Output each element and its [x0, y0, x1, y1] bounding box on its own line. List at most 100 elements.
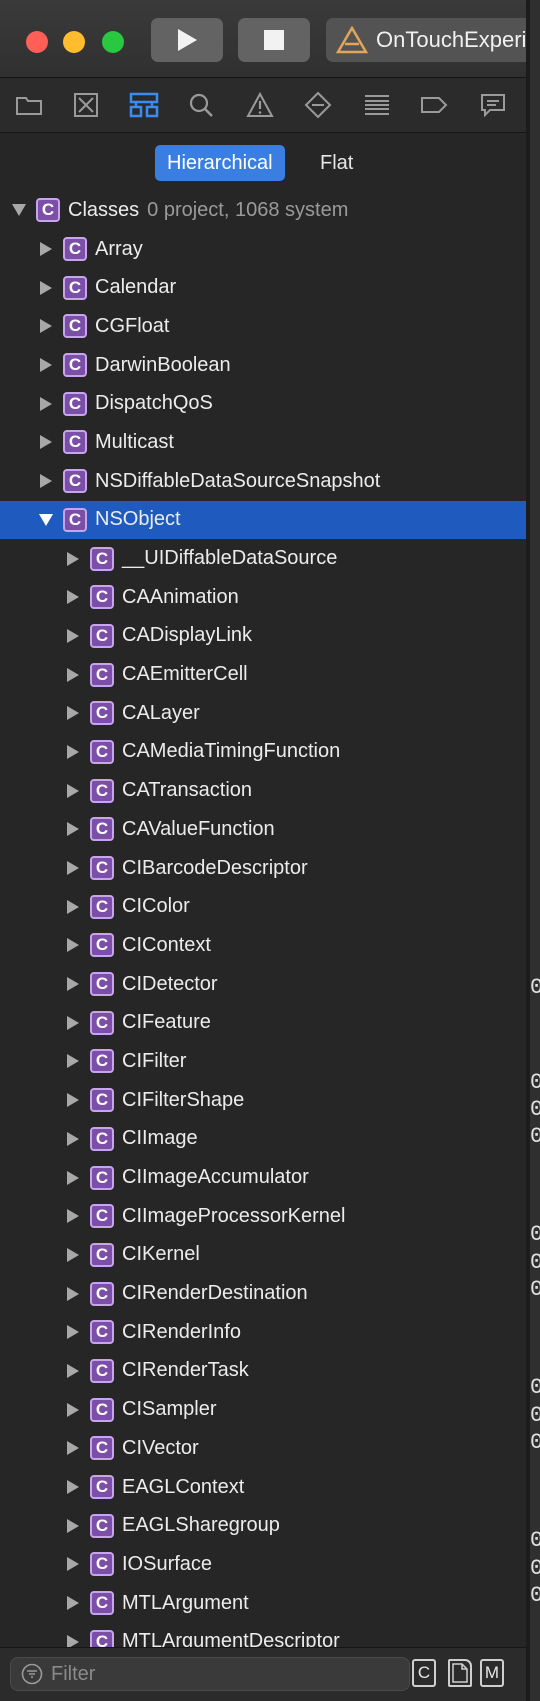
disclosure-collapsed-icon[interactable]	[39, 474, 53, 489]
disclosure-collapsed-icon[interactable]	[66, 1170, 80, 1185]
tree-child-row[interactable]: C CAValueFunction	[0, 810, 526, 849]
disclosure-collapsed-icon[interactable]	[66, 977, 80, 992]
tree-item-row[interactable]: C DarwinBoolean	[0, 346, 526, 385]
disclosure-collapsed-icon[interactable]	[66, 1363, 80, 1378]
tree-child-row[interactable]: C IOSurface	[0, 1545, 526, 1584]
disclosure-collapsed-icon[interactable]	[39, 242, 53, 257]
tree-item-row[interactable]: C CGFloat	[0, 307, 526, 346]
disclosure-collapsed-icon[interactable]	[39, 280, 53, 295]
tree-child-row[interactable]: C CIImage	[0, 1120, 526, 1159]
tree-child-row[interactable]: C CADisplayLink	[0, 617, 526, 656]
disclosure-expanded-icon[interactable]	[39, 513, 53, 527]
tree-child-row[interactable]: C CATransaction	[0, 771, 526, 810]
source-control-navigator-tab[interactable]	[70, 90, 102, 120]
disclosure-collapsed-icon[interactable]	[66, 899, 80, 914]
disclosure-collapsed-icon[interactable]	[66, 1557, 80, 1572]
tree-item-row[interactable]: C Calendar	[0, 268, 526, 307]
disclosure-collapsed-icon[interactable]	[39, 358, 53, 373]
tree-child-row[interactable]: C CIBarcodeDescriptor	[0, 849, 526, 888]
tree-child-row[interactable]: C CIKernel	[0, 1236, 526, 1275]
tree-child-row[interactable]: C CIFilter	[0, 1042, 526, 1081]
disclosure-collapsed-icon[interactable]	[39, 396, 53, 411]
tree-child-row[interactable]: C CAEmitterCell	[0, 655, 526, 694]
issue-navigator-tab[interactable]	[244, 90, 276, 120]
tree-child-row[interactable]: C CIFeature	[0, 1003, 526, 1042]
disclosure-collapsed-icon[interactable]	[66, 1054, 80, 1069]
filter-placeholder: Filter	[51, 1662, 96, 1685]
hierarchical-mode-button[interactable]: Hierarchical	[155, 145, 285, 181]
tree-child-row[interactable]: C CIRenderDestination	[0, 1274, 526, 1313]
filter-class-button[interactable]: C	[412, 1659, 436, 1687]
disclosure-collapsed-icon[interactable]	[66, 1247, 80, 1262]
tree-child-row[interactable]: C CAMediaTimingFunction	[0, 733, 526, 772]
disclosure-collapsed-icon[interactable]	[66, 1596, 80, 1611]
symbol-navigator-tab[interactable]	[128, 90, 160, 120]
disclosure-collapsed-icon[interactable]	[66, 1325, 80, 1340]
tree-root-row[interactable]: C Classes 0 project, 1068 system	[0, 191, 526, 230]
tree-item-row-selected[interactable]: C NSObject	[0, 500, 526, 540]
filter-module-button[interactable]: M	[480, 1659, 504, 1687]
scheme-selector[interactable]: OnTouchExperim	[326, 18, 540, 62]
tree-child-row[interactable]: C CIImageProcessorKernel	[0, 1197, 526, 1236]
warning-icon	[246, 92, 274, 117]
disclosure-collapsed-icon[interactable]	[66, 1209, 80, 1224]
disclosure-collapsed-icon[interactable]	[66, 1402, 80, 1417]
tree-item-label: DarwinBoolean	[95, 353, 231, 376]
tree-child-row[interactable]: C MTLArgument	[0, 1584, 526, 1623]
tree-item-row[interactable]: C Array	[0, 230, 526, 269]
stop-button[interactable]	[238, 18, 310, 62]
run-button[interactable]	[151, 18, 223, 62]
disclosure-collapsed-icon[interactable]	[39, 319, 53, 334]
disclosure-collapsed-icon[interactable]	[66, 1286, 80, 1301]
tree-child-row[interactable]: C EAGLSharegroup	[0, 1506, 526, 1545]
tree-item-row[interactable]: C NSDiffableDataSourceSnapshot	[0, 462, 526, 501]
tree-child-row[interactable]: C CIVector	[0, 1429, 526, 1468]
disclosure-collapsed-icon[interactable]	[66, 628, 80, 643]
tree-child-row[interactable]: C EAGLContext	[0, 1468, 526, 1507]
disclosure-collapsed-icon[interactable]	[66, 861, 80, 876]
disclosure-collapsed-icon[interactable]	[66, 744, 80, 759]
disclosure-collapsed-icon[interactable]	[66, 822, 80, 837]
minimize-window-button[interactable]	[63, 31, 85, 53]
disclosure-collapsed-icon[interactable]	[66, 1015, 80, 1030]
filter-file-button[interactable]	[448, 1659, 472, 1687]
disclosure-collapsed-icon[interactable]	[39, 435, 53, 450]
disclosure-collapsed-icon[interactable]	[66, 706, 80, 721]
tree-child-row[interactable]: C CAAnimation	[0, 578, 526, 617]
find-navigator-tab[interactable]	[185, 90, 217, 120]
tree-item-row[interactable]: C DispatchQoS	[0, 384, 526, 423]
tree-child-row[interactable]: C CIImageAccumulator	[0, 1158, 526, 1197]
tree-child-row[interactable]: C CISampler	[0, 1390, 526, 1429]
tree-child-row[interactable]: C CALayer	[0, 694, 526, 733]
flat-mode-button[interactable]: Flat	[308, 145, 365, 181]
tree-item-row[interactable]: C Multicast	[0, 423, 526, 462]
zoom-window-button[interactable]	[102, 31, 124, 53]
disclosure-collapsed-icon[interactable]	[66, 1480, 80, 1495]
tree-child-row[interactable]: C CIRenderTask	[0, 1352, 526, 1391]
disclosure-collapsed-icon[interactable]	[66, 551, 80, 566]
disclosure-collapsed-icon[interactable]	[66, 1634, 80, 1647]
test-navigator-tab[interactable]	[302, 90, 334, 120]
disclosure-collapsed-icon[interactable]	[66, 783, 80, 798]
tree-child-row[interactable]: C CIColor	[0, 887, 526, 926]
tree-child-row[interactable]: C CIDetector	[0, 965, 526, 1004]
tree-child-row[interactable]: C MTLArgumentDescriptor	[0, 1622, 526, 1647]
disclosure-collapsed-icon[interactable]	[66, 1518, 80, 1533]
disclosure-collapsed-icon[interactable]	[66, 590, 80, 605]
disclosure-collapsed-icon[interactable]	[66, 667, 80, 682]
tree-child-row[interactable]: C CIFilterShape	[0, 1081, 526, 1120]
disclosure-collapsed-icon[interactable]	[66, 1093, 80, 1108]
close-window-button[interactable]	[26, 31, 48, 53]
tree-child-row[interactable]: C CIContext	[0, 926, 526, 965]
project-navigator-tab[interactable]	[13, 90, 45, 120]
report-navigator-tab[interactable]	[477, 90, 509, 120]
debug-navigator-tab[interactable]	[361, 90, 393, 120]
tree-child-row[interactable]: C __UIDiffableDataSource	[0, 539, 526, 578]
disclosure-collapsed-icon[interactable]	[66, 1441, 80, 1456]
breakpoint-navigator-tab[interactable]	[418, 90, 450, 120]
filter-input[interactable]: Filter	[10, 1657, 410, 1691]
tree-child-row[interactable]: C CIRenderInfo	[0, 1313, 526, 1352]
disclosure-collapsed-icon[interactable]	[66, 1131, 80, 1146]
disclosure-expanded-icon[interactable]	[12, 203, 26, 217]
disclosure-collapsed-icon[interactable]	[66, 938, 80, 953]
